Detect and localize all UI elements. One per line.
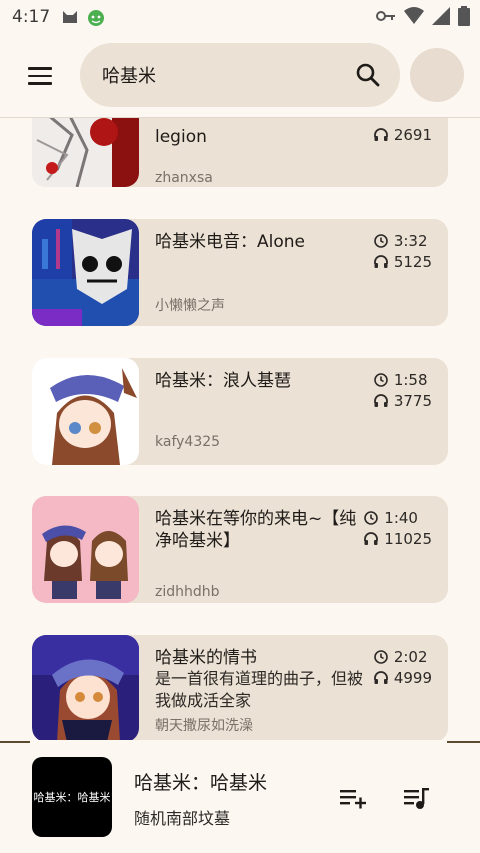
song-duration: 2:02 — [393, 647, 428, 666]
play-count: 2691 — [393, 125, 432, 144]
song-title: 哈基米在等你的来电~【纯净哈基米】 — [155, 509, 357, 551]
song-meta: 2:02 4999 — [373, 646, 432, 688]
play-count: 3775 — [393, 391, 432, 410]
list-item[interactable]: 哈基米电音：Alone 小懒懒之声 3:32 5125 — [32, 219, 448, 326]
play-count: 4999 — [393, 668, 432, 687]
song-duration: 3:32 — [393, 231, 428, 250]
avatar[interactable] — [410, 48, 464, 102]
playlist-add-icon[interactable] — [338, 783, 368, 813]
cat-notification-icon — [60, 7, 80, 27]
clock-icon — [364, 510, 379, 525]
menu-icon — [28, 67, 52, 70]
wifi-icon — [404, 7, 424, 24]
battery-icon — [458, 6, 470, 26]
list-item[interactable]: legion zhanxsa 2691 — [32, 118, 448, 187]
headphones-icon — [373, 670, 388, 684]
song-author: zidhhdhb — [155, 584, 220, 600]
search-input[interactable] — [102, 64, 342, 86]
headphones-icon — [373, 127, 388, 141]
song-duration: 1:40 — [384, 508, 418, 527]
song-thumbnail — [32, 219, 139, 326]
song-title: 哈基米：浪人基琶 — [155, 371, 291, 391]
now-playing-artist: 随机南部坟墓 — [134, 809, 231, 828]
clock-icon — [374, 233, 388, 248]
top-app-bar — [0, 34, 480, 118]
song-thumbnail — [32, 635, 139, 740]
song-author: 小懒懒之声 — [155, 298, 225, 314]
android-notification-icon — [86, 7, 106, 27]
headphones-icon — [364, 531, 379, 545]
song-title: 哈基米电音：Alone — [155, 232, 305, 252]
album-cover[interactable]: 哈基米：哈基米 — [32, 757, 112, 837]
song-thumbnail — [32, 118, 139, 187]
play-count: 11025 — [384, 529, 432, 548]
play-count: 5125 — [393, 252, 432, 271]
song-author: 朝天撒尿如洗澡 — [155, 718, 253, 734]
song-author: kafy4325 — [155, 434, 221, 450]
song-thumbnail — [32, 358, 139, 465]
status-bar: 4:17 — [0, 0, 480, 34]
song-subtitle: 是一首很有道理的曲子，但被我做成活全家 — [155, 669, 364, 710]
song-title: 哈基米的情书 — [155, 648, 257, 668]
clock-icon — [374, 372, 388, 387]
song-duration: 1:58 — [393, 370, 428, 389]
song-meta: 1:40 11025 — [364, 507, 432, 549]
list-item[interactable]: 哈基米：浪人基琶 kafy4325 1:58 3775 — [32, 358, 448, 465]
search-bar[interactable] — [80, 43, 400, 107]
headphones-icon — [373, 254, 388, 268]
song-title: legion — [155, 127, 207, 147]
list-item[interactable]: 哈基米的情书 是一首很有道理的曲子，但被我做成活全家 朝天撒尿如洗澡 2:02 … — [32, 635, 448, 740]
song-thumbnail — [32, 496, 139, 603]
status-time: 4:17 — [12, 7, 51, 27]
song-author: zhanxsa — [155, 170, 213, 186]
now-playing-title: 哈基米：哈基米 — [134, 772, 268, 794]
menu-button[interactable] — [28, 60, 60, 92]
headphones-icon — [373, 393, 388, 407]
list-item[interactable]: 哈基米在等你的来电~【纯净哈基米】 zidhhdhb 1:40 11025 — [32, 496, 448, 603]
clock-icon — [374, 649, 388, 664]
song-list[interactable]: legion zhanxsa 2691 哈基米电音：Alone 小懒懒之声 3:… — [0, 118, 480, 740]
mini-player[interactable]: 哈基米：哈基米 哈基米：哈基米 随机南部坟墓 — [0, 743, 480, 853]
song-meta: 3:32 5125 — [373, 230, 432, 272]
search-icon[interactable] — [354, 61, 382, 89]
queue-music-icon[interactable] — [402, 783, 432, 813]
vpn-key-icon — [376, 11, 395, 21]
song-meta: 1:58 3775 — [373, 369, 432, 411]
status-icons — [376, 6, 470, 26]
song-meta: 2691 — [373, 124, 432, 145]
signal-icon — [432, 7, 450, 25]
